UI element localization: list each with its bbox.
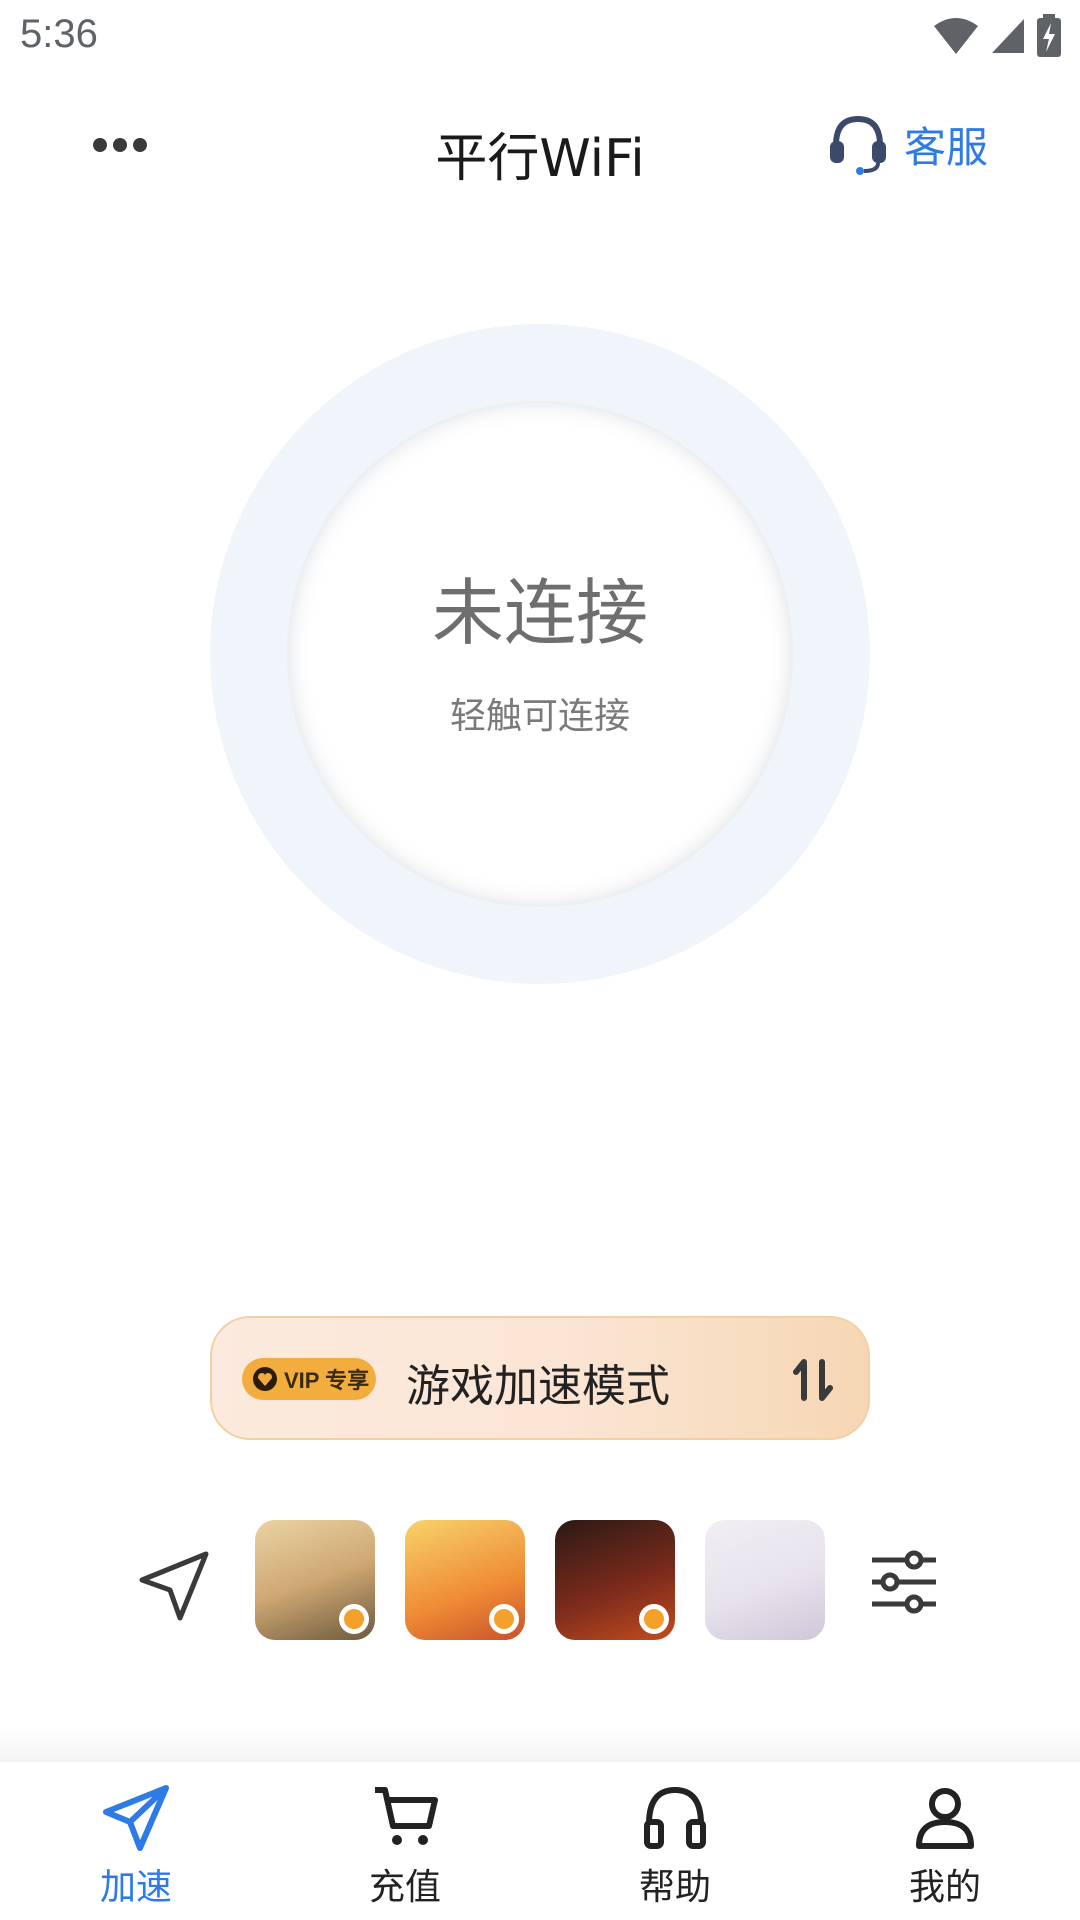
customer-service-button[interactable]: 客服 [828,112,988,176]
game-icon-1[interactable] [255,1520,375,1640]
tab-bar-divider [0,1726,1080,1762]
diamond-heart-icon [253,1367,277,1391]
tab-help[interactable]: 帮助 [595,1782,755,1912]
headset-icon [830,115,886,175]
game-mode-selector[interactable]: VIP 专享 游戏加速模式 [210,1316,870,1440]
paper-plane-icon [103,1785,169,1851]
person-icon [916,1788,974,1849]
status-time: 5:36 [20,12,98,56]
game-icon-3[interactable] [555,1520,675,1640]
connect-button[interactable]: 未连接 轻触可连接 [287,401,793,907]
tab-label: 帮助 [638,1867,711,1908]
vip-badge-label: VIP 专享 [284,1368,370,1393]
boost-badge [339,1604,369,1634]
boost-badge [489,1604,519,1634]
headphones-icon [644,1786,706,1849]
tab-accelerate[interactable]: 加速 [56,1782,216,1912]
connection-status: 未连接 [431,570,648,655]
tab-label: 我的 [908,1867,981,1908]
status-icons [932,14,1062,58]
tab-recharge[interactable]: 充值 [325,1782,485,1912]
game-icon-2[interactable] [405,1520,525,1640]
customer-service-label: 客服 [904,122,989,172]
connection-hint: 轻触可连接 [449,695,630,737]
navigation-arrow-icon[interactable] [136,1548,212,1624]
app-screen: 5:36 平行WiFi 客服 未连接 轻触可连接 VIP 专享 游戏加速模式 加… [0,0,1080,1920]
app-header: 平行WiFi 客服 [0,96,1080,196]
wifi-icon [934,18,978,54]
tab-mine[interactable]: 我的 [865,1782,1025,1912]
mode-label: 游戏加速模式 [406,1361,670,1412]
game-icon-4[interactable] [705,1520,825,1640]
signal-icon [992,19,1024,53]
tab-label: 加速 [99,1867,172,1908]
sliders-icon[interactable] [868,1546,940,1618]
cart-icon [375,1787,438,1845]
battery-charging-icon [1037,14,1061,57]
vip-badge: VIP 专享 [242,1358,376,1400]
swap-vertical-icon [793,1359,833,1401]
boost-badge [639,1604,669,1634]
bottom-tab-bar: 加速 充值 帮助 我的 [0,1762,1080,1920]
tab-label: 充值 [368,1867,441,1908]
status-bar: 5:36 [0,0,1080,76]
